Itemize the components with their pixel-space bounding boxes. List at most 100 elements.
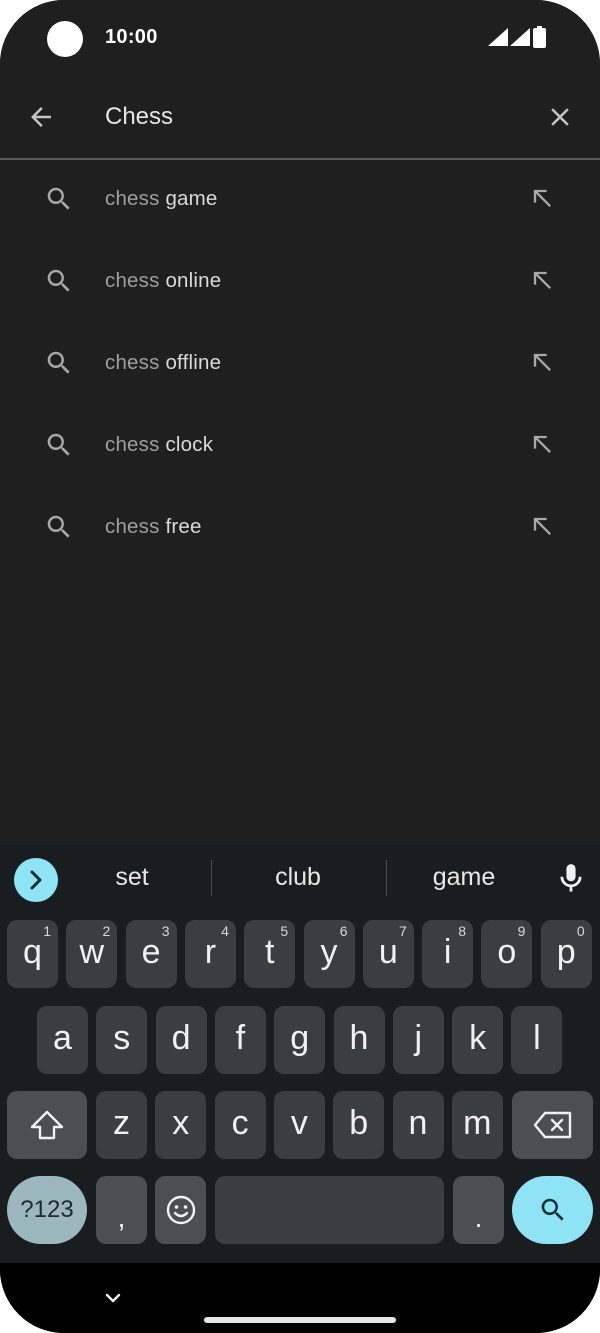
key-label: c [231, 1103, 249, 1142]
key-n[interactable]: n [392, 1091, 444, 1159]
key-h[interactable]: h [333, 1006, 385, 1074]
key-v[interactable]: v [273, 1091, 325, 1159]
key-p[interactable]: p0 [540, 920, 592, 988]
key-label: v [290, 1103, 308, 1142]
key-i[interactable]: i8 [422, 920, 474, 988]
key-number-hint: 2 [102, 923, 111, 939]
search-enter-key[interactable] [512, 1176, 593, 1244]
key-x[interactable]: x [155, 1091, 207, 1159]
key-a[interactable]: a [37, 1006, 88, 1074]
suggestion-item[interactable]: chess online [0, 241, 600, 323]
suggestion-completion: game [159, 187, 218, 210]
key-label: o [497, 932, 517, 971]
fill-query-arrow-icon[interactable] [528, 512, 556, 540]
suggestion-item[interactable]: chess free [0, 487, 600, 569]
symbols-key[interactable]: ?123 [7, 1176, 87, 1244]
word-suggestion[interactable]: game [414, 863, 514, 892]
keyboard-suggestion-strip: set club game [0, 845, 600, 912]
backspace-key[interactable] [512, 1091, 593, 1159]
key-t[interactable]: t5 [244, 920, 296, 988]
fill-query-arrow-icon[interactable] [528, 348, 556, 376]
keyboard-menu-button[interactable] [14, 858, 58, 902]
symbols-key-label: ?123 [20, 1196, 74, 1223]
clear-icon[interactable] [545, 102, 575, 132]
comma-key[interactable]: , [96, 1176, 147, 1244]
keyboard: set club game q1w2e3r4t5y6u7i8o9p0 asdfg… [0, 845, 600, 1263]
status-bar: 10:00 [0, 0, 600, 78]
space-key[interactable] [215, 1176, 444, 1244]
key-label: t [264, 932, 275, 971]
suggestion-text: chess clock [105, 433, 213, 457]
key-e[interactable]: e3 [125, 920, 177, 988]
word-suggestion[interactable]: club [248, 863, 348, 892]
key-b[interactable]: b [333, 1091, 385, 1159]
status-time: 10:00 [105, 26, 158, 48]
emoji-key[interactable] [155, 1176, 206, 1244]
key-label: d [171, 1018, 191, 1057]
wifi-signal-icon [488, 28, 508, 46]
key-label: y [320, 932, 338, 971]
key-label: x [172, 1103, 190, 1142]
key-label: b [349, 1103, 369, 1142]
key-number-hint: 3 [161, 923, 170, 939]
key-label: f [235, 1018, 246, 1057]
divider [211, 860, 212, 896]
search-input[interactable]: Chess [105, 103, 173, 131]
key-f[interactable]: f [214, 1006, 266, 1074]
fill-query-arrow-icon[interactable] [528, 184, 556, 212]
key-label: a [53, 1018, 72, 1057]
key-number-hint: 6 [339, 923, 348, 939]
hide-keyboard-chevron-icon[interactable] [102, 1287, 124, 1309]
key-j[interactable]: j [392, 1006, 444, 1074]
key-number-hint: 0 [576, 923, 585, 939]
backspace-icon [533, 1111, 571, 1139]
suggestion-item[interactable]: chess game [0, 159, 600, 241]
key-l[interactable]: l [511, 1006, 563, 1074]
fill-query-arrow-icon[interactable] [528, 266, 556, 294]
key-k[interactable]: k [452, 1006, 504, 1074]
search-icon [541, 1198, 564, 1221]
battery-icon [533, 26, 546, 48]
search-icon [47, 433, 70, 456]
key-label: l [533, 1018, 541, 1057]
period-key[interactable]: . [453, 1176, 504, 1244]
microphone-icon[interactable] [557, 863, 585, 895]
key-u[interactable]: u7 [362, 920, 414, 988]
suggestion-text: chess game [105, 187, 218, 211]
suggestion-item[interactable]: chess offline [0, 323, 600, 405]
key-number-hint: 1 [43, 923, 51, 939]
key-g[interactable]: g [274, 1006, 326, 1074]
period-label: . [474, 1202, 483, 1233]
key-m[interactable]: m [451, 1091, 503, 1159]
suggestion-prefix: chess [105, 187, 160, 210]
back-arrow-icon[interactable] [26, 102, 56, 132]
key-d[interactable]: d [155, 1006, 207, 1074]
comma-label: , [117, 1202, 126, 1233]
key-z[interactable]: z [96, 1091, 147, 1159]
suggestion-item[interactable]: chess clock [0, 405, 600, 487]
suggestion-prefix: chess [105, 351, 160, 374]
key-r[interactable]: r4 [184, 920, 236, 988]
camera-cutout [47, 21, 83, 57]
suggestion-prefix: chess [105, 515, 160, 538]
suggestion-text: chess online [105, 269, 221, 293]
key-label: s [113, 1018, 131, 1057]
key-s[interactable]: s [96, 1006, 148, 1074]
home-gesture-pill[interactable] [204, 1317, 396, 1323]
key-y[interactable]: y6 [303, 920, 355, 988]
key-label: p [556, 932, 576, 971]
key-q[interactable]: q1 [7, 920, 58, 988]
key-label: g [290, 1018, 310, 1057]
key-w[interactable]: w2 [66, 920, 118, 988]
key-c[interactable]: c [214, 1091, 266, 1159]
key-o[interactable]: o9 [481, 920, 533, 988]
shift-key[interactable] [7, 1091, 87, 1159]
key-label: u [378, 932, 398, 971]
shift-icon [30, 1110, 64, 1140]
suggestion-text: chess free [105, 515, 202, 539]
key-number-hint: 7 [399, 923, 407, 939]
suggestion-completion: offline [159, 351, 222, 374]
word-suggestion[interactable]: set [92, 863, 172, 892]
chevron-right-icon [30, 870, 42, 890]
fill-query-arrow-icon[interactable] [528, 430, 556, 458]
